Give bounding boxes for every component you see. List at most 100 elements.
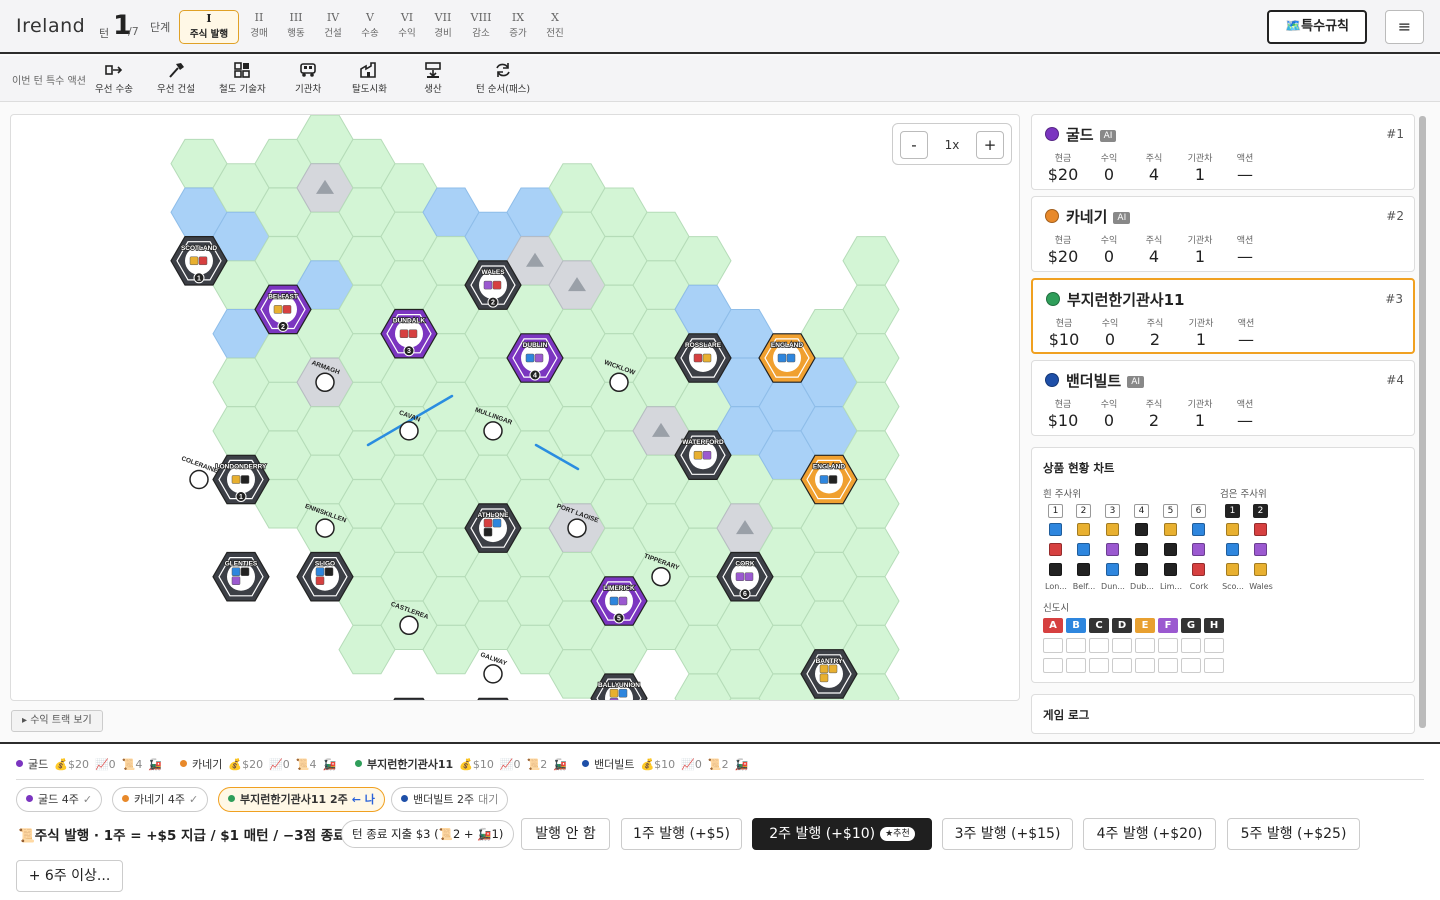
town-marker[interactable]: BALLINA: [353, 700, 382, 701]
city-name: DUNDALK: [393, 318, 425, 325]
option-label: 2주 발행 (+$10): [769, 826, 876, 842]
player-card-current[interactable]: 부지런한기관사11 #3 현금 $10 수익 0 주식 2 기관차 1 액션 —: [1031, 278, 1415, 354]
issue-5-button[interactable]: 5주 발행 (+$25): [1227, 818, 1360, 850]
zoom-out-button[interactable]: -: [900, 131, 928, 159]
summary-income: 📈0: [269, 758, 290, 771]
stat-value: —: [1237, 247, 1253, 266]
stat-value: —: [1237, 411, 1253, 430]
summary-shares: 📜2: [526, 758, 548, 771]
stat-label: 기관차: [1187, 400, 1213, 410]
check-icon: ✓: [188, 793, 199, 806]
goods-cube: [315, 576, 325, 585]
stat-income: 수익 0: [1094, 233, 1124, 266]
share-issue-label: 📜주식 발행 · 1주 = +$5 지급 / $1 매턴 / −3점 종료: [18, 828, 346, 844]
action-turn-order[interactable]: 턴 순서(패스): [476, 62, 530, 95]
phase-numeral: X: [551, 11, 559, 24]
action-production[interactable]: 생산: [423, 62, 443, 95]
goods-cube: [324, 567, 334, 576]
summary-cash: 💰$20: [54, 758, 89, 771]
recommend-badge: ★추천: [880, 827, 915, 841]
goods-cube: [1077, 543, 1090, 556]
goods-city-name: Lim...: [1159, 582, 1183, 591]
new-city-tile: D: [1112, 618, 1132, 633]
player-rank: #2: [1386, 209, 1404, 223]
player-card[interactable]: 카네기 AI #2 현금 $20 수익 0 주식 4 기관차 1 액션 —: [1031, 196, 1415, 272]
stat-locomotive: 기관차 1: [1182, 151, 1218, 184]
action-label: 턴 순서(패스): [476, 84, 531, 95]
summary-income: 📈0: [94, 758, 116, 771]
stat-label: 수익: [1100, 154, 1118, 164]
menu-button[interactable]: ≡: [1385, 10, 1424, 44]
goods-chart-title: 상품 현황 차트: [1043, 461, 1115, 475]
player-name: 밴더빌트 AI: [1066, 370, 1145, 391]
issue-status-pill-current: 부지런한기관사11 2주 ← 나: [218, 787, 385, 812]
land-hex[interactable]: [842, 236, 900, 286]
goods-city-name: Lon...: [1045, 582, 1067, 591]
summary-cash: 💰$10: [640, 758, 676, 771]
goods-cube: [240, 475, 250, 484]
player-card[interactable]: 굴드 AI #1 현금 $20 수익 0 주식 4 기관차 1 액션 —: [1031, 114, 1415, 190]
summary-income: 📈0: [681, 758, 702, 771]
goods-city-name: Belf...: [1072, 582, 1096, 591]
sidebar-scrollbar[interactable]: [1419, 116, 1426, 728]
goods-cube: [1164, 523, 1177, 536]
player-color-dot: [582, 760, 589, 767]
city-number-badge: 2: [281, 324, 285, 331]
special-action-bar: 이번 턴 특수 액션 우선 수송 우선 건설 철도 기술자 기관차 탈도시화 생…: [0, 56, 1440, 102]
revenue-track-toggle[interactable]: ▸ 수익 트랙 보기: [11, 710, 103, 732]
action-label: 생산: [424, 84, 442, 95]
action-first-build[interactable]: 우선 건설: [157, 62, 195, 95]
special-rules-button[interactable]: 🗺️특수규칙: [1267, 10, 1367, 44]
phase-name: 건설: [324, 28, 342, 39]
goods-cube: [240, 567, 250, 576]
city-hex[interactable]: WESTPORT: [381, 697, 437, 701]
stat-label: 액션: [1236, 400, 1254, 410]
refresh-icon: [496, 63, 510, 77]
player-name-text: 밴더빌트: [1066, 372, 1122, 390]
city-name: LIMERICK: [603, 585, 635, 592]
town-marker[interactable]: COLERAINE: [180, 455, 219, 490]
black-dice-label: 검은 주사위: [1220, 489, 1267, 500]
goods-cube: [534, 353, 544, 363]
stat-label: 기관차: [1187, 154, 1213, 164]
goods-cube: [735, 572, 745, 581]
town-marker[interactable]: GALWAY: [479, 651, 508, 684]
hex-map[interactable]: WICKLOWARMAGHCOLERAINECAVAN MULLINGARENNI…: [11, 115, 1020, 701]
issue-none-button[interactable]: 발행 안 함: [521, 818, 610, 850]
zoom-control: - 1x +: [892, 123, 1012, 165]
goods-cube: [702, 353, 712, 363]
goods-cube: [1049, 523, 1062, 536]
new-city-slot: [1181, 658, 1201, 673]
new-city-slot: [1158, 658, 1178, 673]
white-die: 2: [1076, 504, 1091, 518]
goods-cube: [525, 353, 535, 363]
stat-value: —: [1237, 165, 1253, 184]
goods-cube: [1106, 543, 1119, 556]
issue-3-button[interactable]: 3주 발행 (+$15): [942, 818, 1073, 850]
city-hex[interactable]: CLIFDEN: [465, 697, 521, 701]
action-locomotive[interactable]: 기관차: [295, 62, 321, 95]
new-city-slot: [1112, 638, 1132, 653]
first-move-icon: [105, 65, 123, 75]
new-city-slot: [1066, 638, 1086, 653]
player-color-dot: [355, 760, 362, 767]
issue-1-button[interactable]: 1주 발행 (+$5): [621, 818, 742, 850]
city-hex[interactable]: GLENTIES: [212, 551, 270, 602]
goods-cube: [1049, 543, 1062, 556]
summary-locomotive: 🚂: [148, 758, 163, 771]
issue-2-button[interactable]: 2주 발행 (+$10) ★추천: [752, 818, 932, 850]
city-name: BANTRY: [816, 658, 844, 665]
summary-name: 카네기: [192, 758, 223, 771]
player-card[interactable]: 밴더빌트 AI #4 현금 $10 수익 0 주식 2 기관차 1 액션 —: [1031, 360, 1415, 436]
action-label: 우선 건설: [157, 84, 195, 95]
goods-cube: [819, 475, 829, 484]
issue-more-button[interactable]: + 6주 이상...: [16, 860, 123, 892]
issue-4-button[interactable]: 4주 발행 (+$20): [1083, 818, 1216, 850]
stat-label: 현금: [1054, 236, 1072, 246]
action-first-move[interactable]: 우선 수송: [95, 62, 133, 95]
action-engineer[interactable]: 철도 기술자: [219, 62, 266, 95]
phase-step-10[interactable]: X 전진: [526, 10, 584, 44]
action-urbanize[interactable]: 탈도시화: [352, 62, 387, 95]
zoom-in-button[interactable]: +: [976, 131, 1004, 159]
new-city-label: 신도시: [1043, 603, 1070, 614]
